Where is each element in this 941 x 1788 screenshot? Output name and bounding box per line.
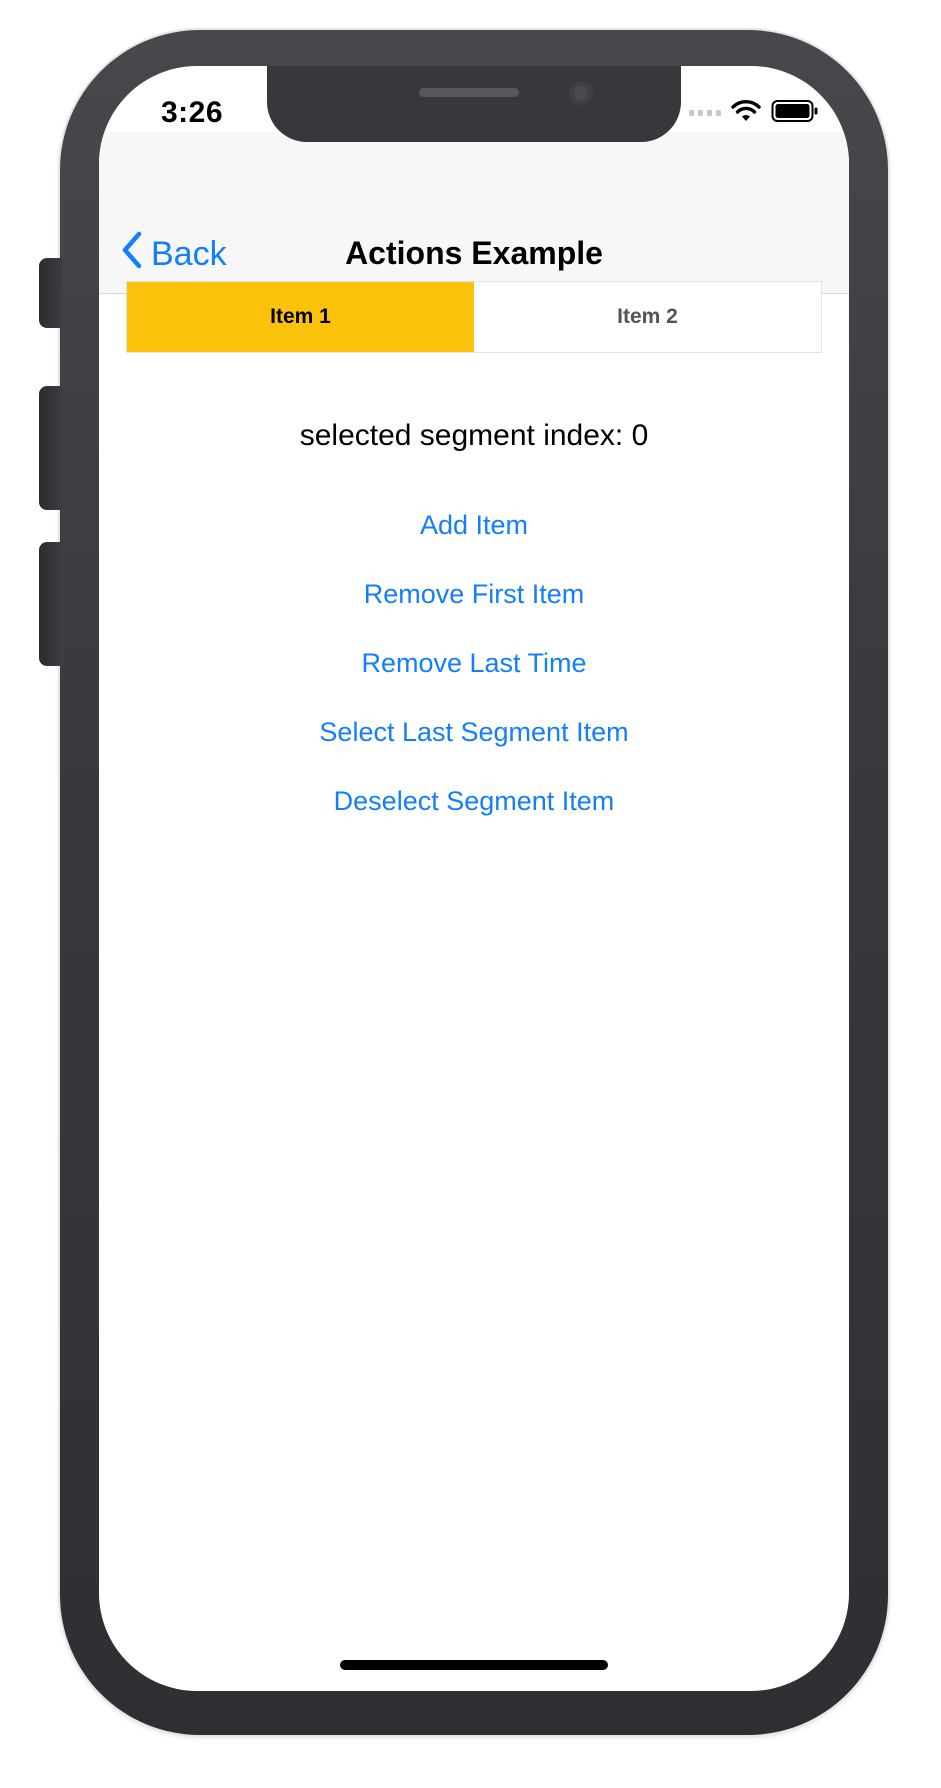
deselect-segment-button[interactable]: Deselect Segment Item — [99, 766, 849, 835]
segment-item-2[interactable]: Item 2 — [474, 282, 821, 352]
select-last-segment-button[interactable]: Select Last Segment Item — [99, 697, 849, 766]
cellular-signal-icon — [689, 110, 721, 116]
camera-icon — [569, 81, 593, 105]
device-screen: Back Actions Example 3:26 Item 1 Item 2 … — [99, 66, 849, 1691]
device-volume-down-button — [39, 542, 63, 666]
page-title: Actions Example — [345, 235, 603, 271]
status-bar-icons — [689, 98, 819, 128]
selected-index-label: selected segment index: 0 — [299, 419, 649, 452]
remove-last-item-button[interactable]: Remove Last Time — [99, 628, 849, 697]
actions-list: Add Item Remove First Item Remove Last T… — [99, 490, 849, 835]
home-indicator[interactable] — [340, 1660, 608, 1670]
speaker-icon — [419, 88, 519, 97]
device-notch — [267, 66, 681, 142]
device-action-button — [39, 258, 63, 328]
segmented-control: Item 1 Item 2 — [126, 281, 822, 353]
navigation-bar: Back Actions Example — [99, 132, 849, 294]
device-volume-up-button — [39, 386, 63, 510]
battery-icon — [771, 99, 819, 128]
segment-item-1[interactable]: Item 1 — [127, 282, 474, 352]
add-item-button[interactable]: Add Item — [99, 490, 849, 559]
remove-first-item-button[interactable]: Remove First Item — [99, 559, 849, 628]
wifi-icon — [731, 99, 761, 128]
status-bar-time: 3:26 — [161, 96, 224, 129]
